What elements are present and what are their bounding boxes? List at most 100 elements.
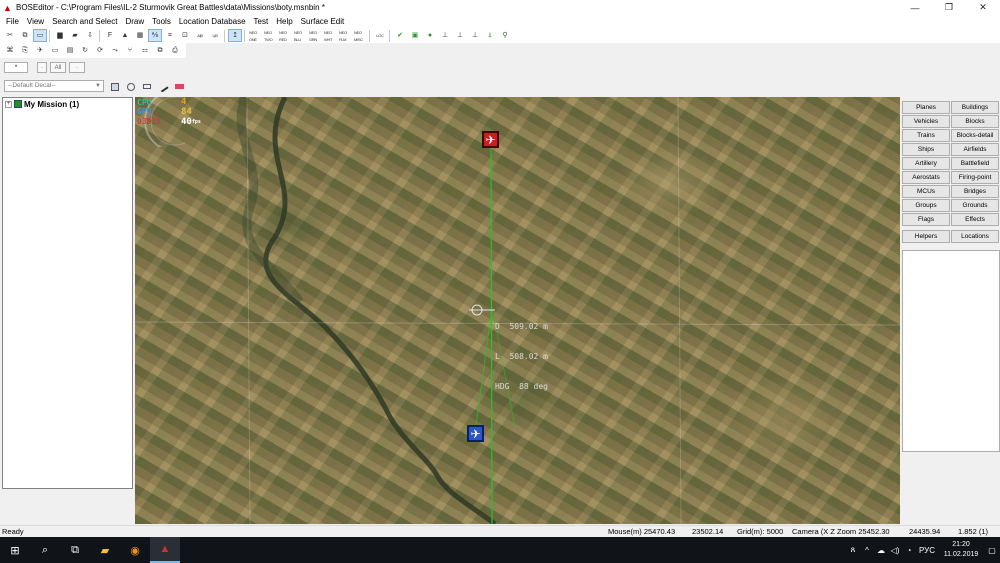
decal-select[interactable]: --Default Decal-- ▼: [4, 80, 104, 92]
image-icon[interactable]: ▭: [48, 44, 62, 57]
terrain-icon[interactable]: ▲: [118, 29, 132, 42]
picture-icon[interactable]: ▤: [63, 44, 77, 57]
filter-neo-one-button[interactable]: NEO ONE: [248, 29, 262, 42]
notifications-icon[interactable]: ▢: [984, 546, 1000, 555]
menu-file[interactable]: File: [2, 15, 23, 28]
menu-surface-edit[interactable]: Surface Edit: [297, 15, 349, 28]
object-list[interactable]: [902, 250, 1000, 452]
check-icon[interactable]: ✔: [393, 29, 407, 42]
filter-neo-flm-button[interactable]: NEO FLM: [338, 29, 352, 42]
tree-item-my-mission[interactable]: + My Mission (1): [3, 98, 132, 110]
menu-location-database[interactable]: Location Database: [175, 15, 250, 28]
filter-neo-blu-button[interactable]: NEO BLU: [293, 29, 307, 42]
file-explorer-icon[interactable]: ▰: [90, 537, 120, 563]
frame-green-icon[interactable]: ▣: [408, 29, 422, 42]
nodes-icon[interactable]: ⌘: [3, 44, 17, 57]
save-icon[interactable]: ▆: [53, 29, 67, 42]
layer-mid-button[interactable]: ·: [37, 62, 47, 73]
path-icon[interactable]: ⤳: [108, 44, 122, 57]
copy-icon[interactable]: ⧉: [18, 29, 32, 42]
category-ships-button[interactable]: Ships: [902, 143, 950, 156]
align-left-icon[interactable]: ⊥: [438, 29, 452, 42]
dot-icon[interactable]: ●: [423, 29, 437, 42]
chevron-up-icon[interactable]: ^: [860, 546, 874, 555]
decal-target-icon[interactable]: [124, 80, 138, 93]
category-mcus-button[interactable]: MCUs: [902, 185, 950, 198]
category-blocks-detail-button[interactable]: Blocks-detail: [951, 129, 999, 142]
category-firing-point-button[interactable]: Firing-point: [951, 171, 999, 184]
cycle-icon[interactable]: ⟳: [93, 44, 107, 57]
clock[interactable]: 21:20 11.02.2019: [938, 540, 984, 560]
ruler-icon[interactable]: ⅍: [148, 29, 162, 42]
maximize-button[interactable]: ❐: [932, 0, 966, 15]
enemy-airfield-icon[interactable]: ✈: [482, 131, 499, 148]
chart-icon[interactable]: ⚏: [138, 44, 152, 57]
align-right-icon[interactable]: ⊥: [468, 29, 482, 42]
export-icon[interactable]: ⇩: [83, 29, 97, 42]
category-grounds-button[interactable]: Grounds: [951, 199, 999, 212]
wing-icon[interactable]: ✈: [33, 44, 47, 57]
category-blocks-button[interactable]: Blocks: [951, 115, 999, 128]
branch-icon[interactable]: ⑂: [123, 44, 137, 57]
category-locations-button[interactable]: Locations: [951, 230, 999, 243]
volume-icon[interactable]: ◁): [888, 546, 902, 555]
ab-icon[interactable]: A|B: [193, 29, 207, 42]
menu-test[interactable]: Test: [250, 15, 273, 28]
cut-icon[interactable]: ✂: [3, 29, 17, 42]
decal-erase-icon[interactable]: [140, 80, 154, 93]
category-planes-button[interactable]: Planes: [902, 101, 950, 114]
category-helpers-button[interactable]: Helpers: [902, 230, 950, 243]
pin-icon[interactable]: ⍋: [483, 29, 497, 42]
wifi-icon[interactable]: ◔: [902, 546, 916, 555]
rotate-icon[interactable]: ↻: [78, 44, 92, 57]
lb-icon[interactable]: L|B: [208, 29, 222, 42]
font-icon[interactable]: F: [103, 29, 117, 42]
folder-icon[interactable]: ▰: [68, 29, 82, 42]
expand-icon[interactable]: +: [5, 100, 12, 108]
grid-icon[interactable]: ▦: [133, 29, 147, 42]
mission-tree[interactable]: + My Mission (1): [2, 97, 133, 489]
category-effects-button[interactable]: Effects: [951, 213, 999, 226]
filter-neo-wht-button[interactable]: NEO WHT: [323, 29, 337, 42]
category-aerostats-button[interactable]: Aerostats: [902, 171, 950, 184]
filter-neo-grn-button[interactable]: NEO GRN: [308, 29, 322, 42]
loc-button[interactable]: LOC: [373, 29, 387, 42]
snap-icon[interactable]: ⊡: [178, 29, 192, 42]
group-icon[interactable]: ▭: [33, 29, 47, 42]
search-icon[interactable]: ⌕: [30, 537, 60, 563]
category-vehicles-button[interactable]: Vehicles: [902, 115, 950, 128]
filter-neo-misc-button[interactable]: NEO MISC: [353, 29, 367, 42]
boseditor-taskbar-icon[interactable]: ▲: [150, 537, 180, 563]
height-icon[interactable]: ↥: [228, 29, 242, 42]
layer-more-button[interactable]: ·: [69, 62, 85, 73]
align-center-icon[interactable]: ⊥: [453, 29, 467, 42]
decal-list-icon[interactable]: [108, 80, 122, 93]
menu-draw[interactable]: Draw: [121, 15, 148, 28]
filter-neo-two-button[interactable]: NEO TWO: [263, 29, 277, 42]
category-artillery-button[interactable]: Artillery: [902, 157, 950, 170]
category-trains-button[interactable]: Trains: [902, 129, 950, 142]
menu-tools[interactable]: Tools: [148, 15, 175, 28]
close-button[interactable]: ✕: [966, 0, 1000, 15]
category-flags-button[interactable]: Flags: [902, 213, 950, 226]
copy-object-icon[interactable]: ⧉: [153, 44, 167, 57]
layer-star-button[interactable]: *: [4, 62, 28, 73]
decal-pen-icon[interactable]: [156, 80, 170, 93]
category-airfields-button[interactable]: Airfields: [951, 143, 999, 156]
paste-object-icon[interactable]: ⎙: [168, 44, 182, 57]
menu-help[interactable]: Help: [272, 15, 296, 28]
map-view[interactable]: CPU GPU 03D11 4 84 40fps ✈ ✈ D 509.02 m …: [135, 97, 900, 524]
windows-start-icon[interactable]: ⊞: [0, 537, 30, 563]
category-buildings-button[interactable]: Buildings: [951, 101, 999, 114]
frame-icon[interactable]: ⌗: [163, 29, 177, 42]
task-view-icon[interactable]: ⧉: [60, 537, 90, 563]
browser-icon[interactable]: ◉: [120, 537, 150, 563]
layer-all-button[interactable]: All: [50, 62, 66, 73]
minimize-button[interactable]: —: [898, 0, 932, 15]
language-indicator[interactable]: РУС: [916, 546, 938, 555]
network-icon[interactable]: ☁: [874, 546, 888, 555]
category-bridges-button[interactable]: Bridges: [951, 185, 999, 198]
key-icon[interactable]: ⚲: [498, 29, 512, 42]
filter-neo-red-button[interactable]: NEO RED: [278, 29, 292, 42]
category-battlefield-button[interactable]: Battlefield: [951, 157, 999, 170]
